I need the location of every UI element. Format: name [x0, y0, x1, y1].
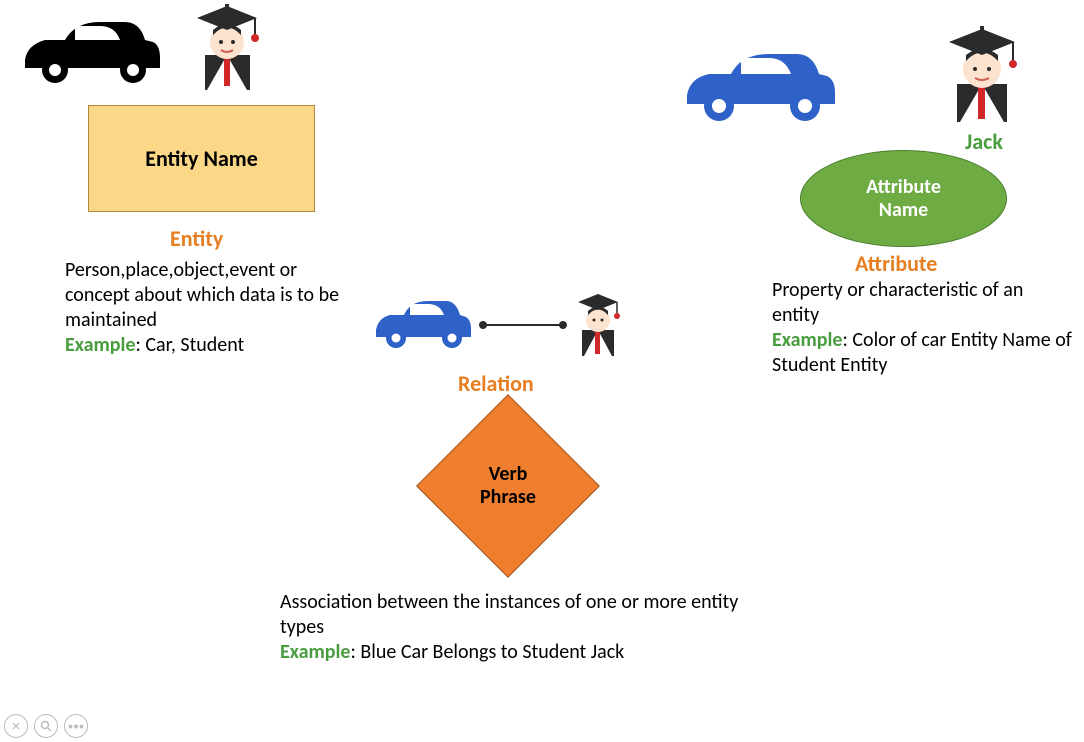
attribute-ellipse-label: AttributeName — [866, 176, 941, 222]
entity-example: : Car, Student — [136, 333, 245, 357]
relation-title: Relation — [458, 370, 534, 397]
example-label: Example — [280, 640, 351, 664]
clipboard-cross-icon[interactable]: ✕ — [4, 714, 28, 738]
more-icon[interactable]: ••• — [64, 714, 88, 738]
attribute-desc-text: Property or characteristic of an entity — [772, 278, 1023, 327]
entity-box-label: Entity Name — [145, 145, 258, 172]
car-icon — [675, 40, 840, 135]
attribute-ellipse: AttributeName — [800, 150, 1007, 247]
entity-rectangle: Entity Name — [88, 105, 315, 212]
student-icon — [185, 0, 270, 100]
footer-toolbar: ✕ ••• — [4, 714, 88, 738]
attribute-title: Attribute — [855, 250, 937, 277]
search-icon[interactable] — [34, 714, 58, 738]
student-name-label: Jack — [965, 128, 1003, 155]
student-icon — [935, 22, 1030, 132]
entity-title: Entity — [170, 225, 223, 252]
relation-diamond: VerbPhrase — [395, 408, 620, 563]
relation-diamond-label: VerbPhrase — [480, 463, 536, 509]
relation-example: : Blue Car Belongs to Student Jack — [351, 640, 625, 664]
er-diagram-concepts: Entity Name Entity Person,place,object,e… — [0, 0, 1084, 742]
attribute-description: Property or characteristic of an entity … — [772, 278, 1072, 378]
relation-description: Association between the instances of one… — [280, 590, 740, 665]
example-label: Example — [772, 328, 843, 352]
relation-desc-text: Association between the instances of one… — [280, 590, 738, 639]
relation-illustration — [368, 285, 633, 370]
example-label: Example — [65, 333, 136, 357]
car-icon — [15, 10, 165, 95]
entity-description: Person,place,object,event or concept abo… — [65, 258, 355, 358]
entity-desc-text: Person,place,object,event or concept abo… — [65, 258, 339, 332]
